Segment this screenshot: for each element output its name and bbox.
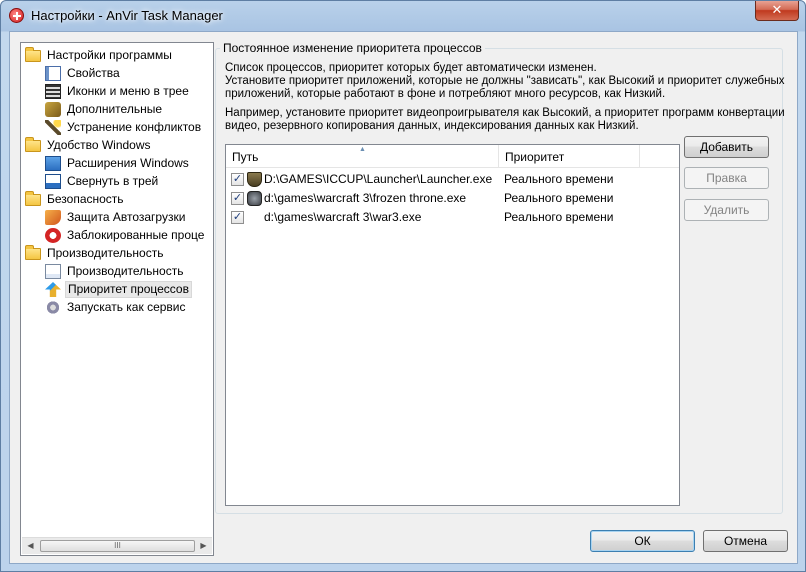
tree-item-label: Дополнительные: [67, 102, 162, 116]
table-row[interactable]: ✓ d:\games\warcraft 3\frozen throne.exe Ре…: [226, 189, 679, 208]
row-path: d:\games\warcraft 3\war3.exe: [264, 210, 422, 224]
tree-item-label: Свойства: [67, 66, 120, 80]
iccup-launcher-icon: [247, 172, 262, 187]
minimize-tray-icon: [45, 174, 61, 189]
folder-icon: [25, 137, 41, 152]
dialog-client-area: Настройки программы Свойства Иконки и меню…: [9, 31, 798, 564]
close-button[interactable]: ✕: [755, 1, 799, 21]
add-button[interactable]: Добавить: [684, 136, 769, 158]
row-checkbox[interactable]: ✓: [231, 192, 244, 205]
blocked-process-icon: [45, 228, 61, 243]
sort-arrow-icon: ▲: [359, 146, 366, 153]
tree-item-label: Расширения Windows: [67, 156, 189, 170]
description-line: Установите приоритет приложений, которые…: [225, 75, 785, 87]
ok-button[interactable]: ОК: [590, 530, 695, 552]
tree-horizontal-scrollbar[interactable]: ◀ III ▶: [22, 537, 212, 554]
description-line: видео, резервного копирования данных, ин…: [225, 120, 639, 132]
tree-item-label: Заблокированные проце: [67, 228, 205, 242]
window-title: Настройки - AnVir Task Manager: [31, 8, 223, 23]
description-2: Например, установите приоритет видеопрои…: [225, 107, 785, 133]
tree-item-label: Запускать как сервис: [67, 300, 186, 314]
properties-icon: [45, 66, 61, 81]
row-checkbox[interactable]: ✓: [231, 211, 244, 224]
column-header-priority[interactable]: Приоритет: [499, 145, 640, 168]
tree-item-label: Свернуть в трей: [67, 174, 159, 188]
wand-icon: [45, 120, 61, 135]
folder-icon: [25, 47, 41, 62]
groupbox-legend: Постоянное изменение приоритета процессо…: [220, 41, 485, 55]
folder-icon: [25, 245, 41, 260]
tree-item-label: Защита Автозагрузки: [67, 210, 186, 224]
tree-item-label: Производительность: [67, 264, 184, 278]
row-checkbox[interactable]: ✓: [231, 173, 244, 186]
tree-item-label: Приоритет процессов: [65, 281, 192, 298]
row-path: d:\games\warcraft 3\frozen throne.exe: [264, 191, 467, 205]
performance-chart-icon: [45, 264, 61, 279]
tree-item-label: Иконки и меню в трее: [67, 84, 189, 98]
description-1: Список процессов, приоритет которых буде…: [225, 62, 784, 101]
row-priority: Реального времени: [504, 191, 614, 205]
tree-item-label: Устранение конфликтов: [67, 120, 202, 134]
puzzle-icon: [45, 102, 61, 117]
description-line: приложений, которые работают в фоне и по…: [225, 88, 666, 100]
tree-item-label: Настройки программы: [47, 48, 172, 62]
table-row[interactable]: ✓ D:\GAMES\ICCUP\Launcher\Launcher.exe Реа…: [226, 170, 679, 189]
folder-icon: [25, 191, 41, 206]
description-line: Например, установите приоритет видеопрои…: [225, 107, 785, 119]
scroll-left-arrow-icon[interactable]: ◀: [22, 538, 39, 554]
row-path: D:\GAMES\ICCUP\Launcher\Launcher.exe: [264, 172, 493, 186]
windows-ext-icon: [45, 156, 61, 171]
film-icon: [45, 84, 61, 99]
scroll-right-arrow-icon[interactable]: ▶: [195, 538, 212, 554]
priority-icon: [45, 282, 61, 297]
scroll-thumb[interactable]: III: [40, 540, 195, 552]
gears-icon: [45, 300, 61, 315]
delete-button[interactable]: Удалить: [684, 199, 769, 221]
row-priority: Реального времени: [504, 172, 614, 186]
settings-tree[interactable]: Настройки программы Свойства Иконки и меню…: [20, 42, 214, 556]
description-line: Список процессов, приоритет которых буде…: [225, 62, 597, 74]
row-priority: Реального времени: [504, 210, 614, 224]
table-row[interactable]: ✓ d:\games\warcraft 3\war3.exe Реального в…: [226, 208, 679, 227]
process-priority-list[interactable]: Путь ▲ Приоритет ✓ D:\GAMES\ICCUP\Launche…: [225, 144, 680, 506]
shield-autorun-icon: [45, 210, 61, 225]
tree-item-label: Производительность: [47, 246, 164, 260]
title-bar[interactable]: Настройки - AnVir Task Manager ✕: [1, 1, 805, 31]
list-header: Путь ▲ Приоритет: [226, 145, 679, 168]
tree-item-label: Удобство Windows: [47, 138, 151, 152]
edit-button[interactable]: Правка: [684, 167, 769, 189]
settings-window: Настройки - AnVir Task Manager ✕ Настрой…: [0, 0, 806, 572]
anvir-app-icon: [9, 8, 24, 23]
warcraft-frozen-throne-icon: [247, 191, 262, 206]
cancel-button[interactable]: Отмена: [703, 530, 788, 552]
tree-item-label: Безопасность: [47, 192, 124, 206]
